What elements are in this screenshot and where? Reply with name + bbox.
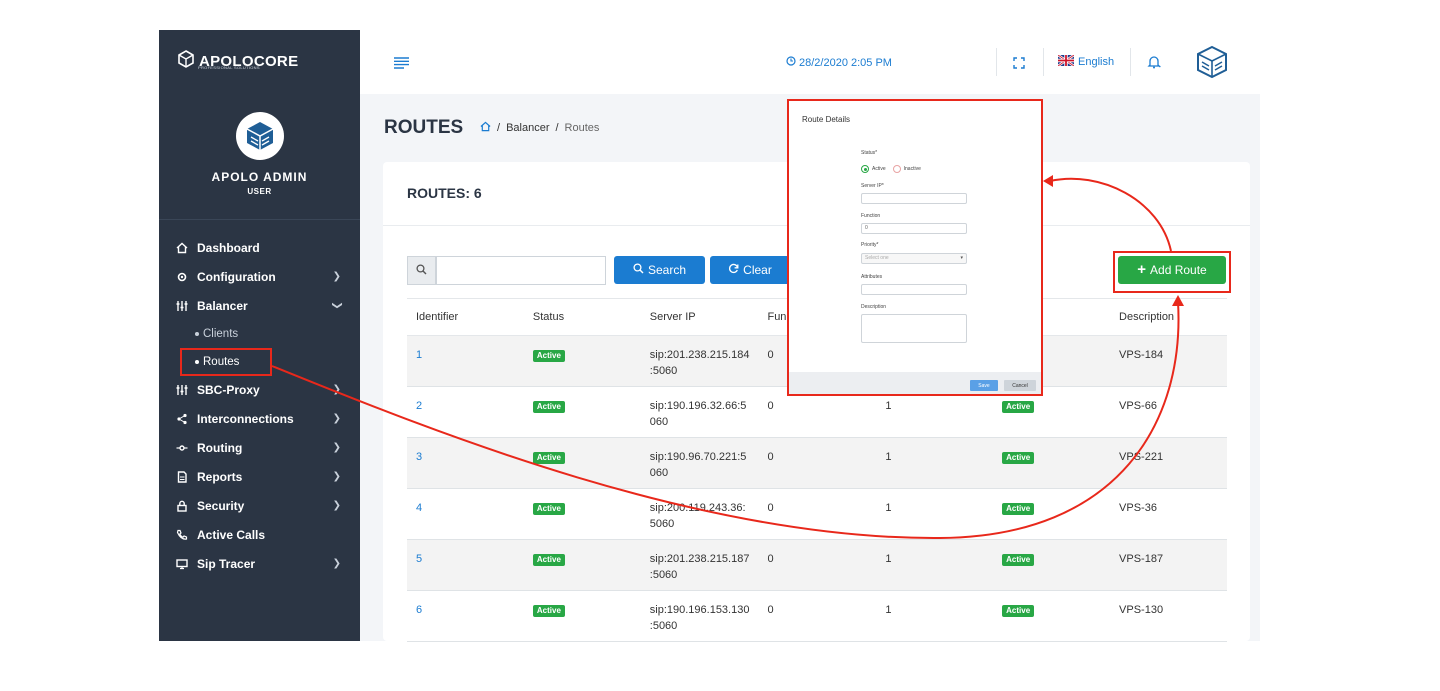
arrowhead-icon: [1172, 295, 1184, 306]
arrow-routes-to-add-route: [271, 301, 1180, 540]
arrowhead-icon: [1043, 175, 1053, 187]
arrow-add-route-to-modal: [1049, 177, 1172, 252]
annotation-arrows: [271, 175, 1184, 540]
